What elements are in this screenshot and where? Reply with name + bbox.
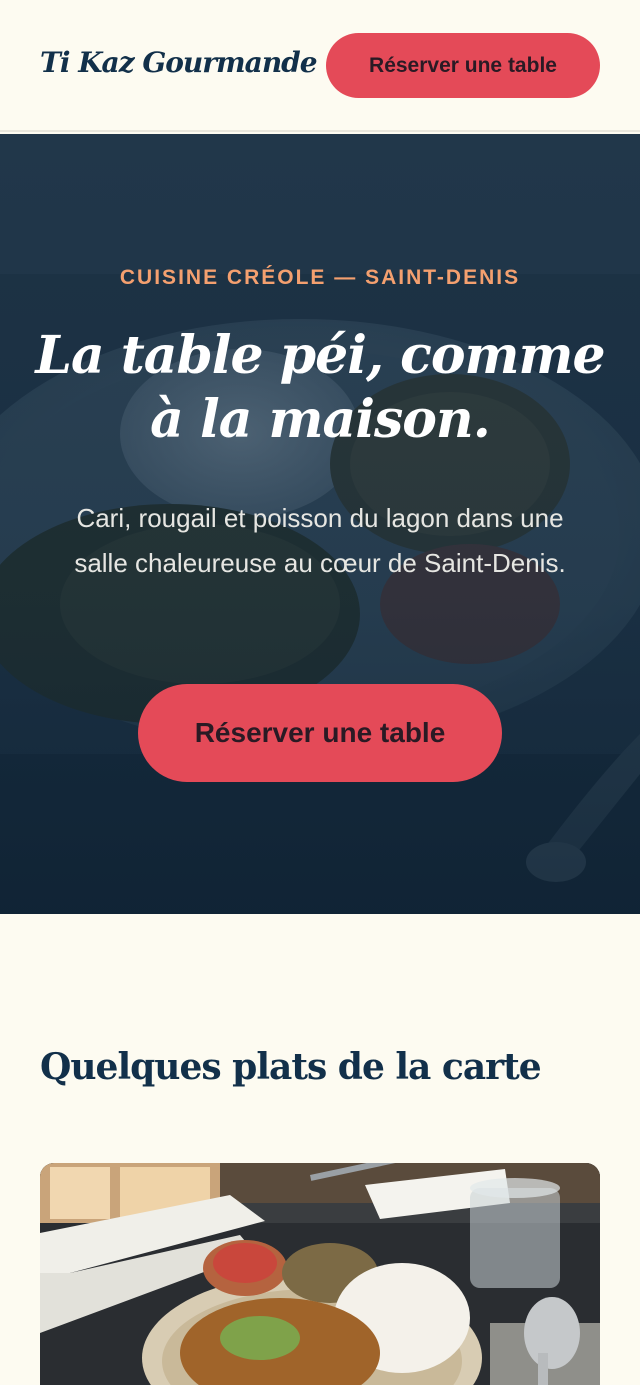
header-reserve-button[interactable]: Réserver une table [326, 33, 600, 98]
dish-photo [40, 1163, 600, 1385]
hero-description: Cari, rougail et poisson du lagon dans u… [74, 503, 566, 578]
menu-section-title: Quelques plats de la carte [40, 1046, 542, 1088]
hero-reserve-button[interactable]: Réserver une table [138, 684, 502, 782]
dish-card[interactable] [40, 1163, 600, 1385]
hero-eyebrow: CUISINE CRÉOLE — SAINT-DENIS [119, 266, 521, 289]
hero-section: CUISINE CRÉOLE — SAINT-DENIS La table pé… [0, 134, 640, 914]
site-header: Ti Kaz Gourmande Réserver une table [0, 0, 640, 132]
hero-title: La table péi, comme à la maison. [35, 325, 605, 450]
brand-logo[interactable]: Ti Kaz Gourmande [40, 46, 318, 79]
